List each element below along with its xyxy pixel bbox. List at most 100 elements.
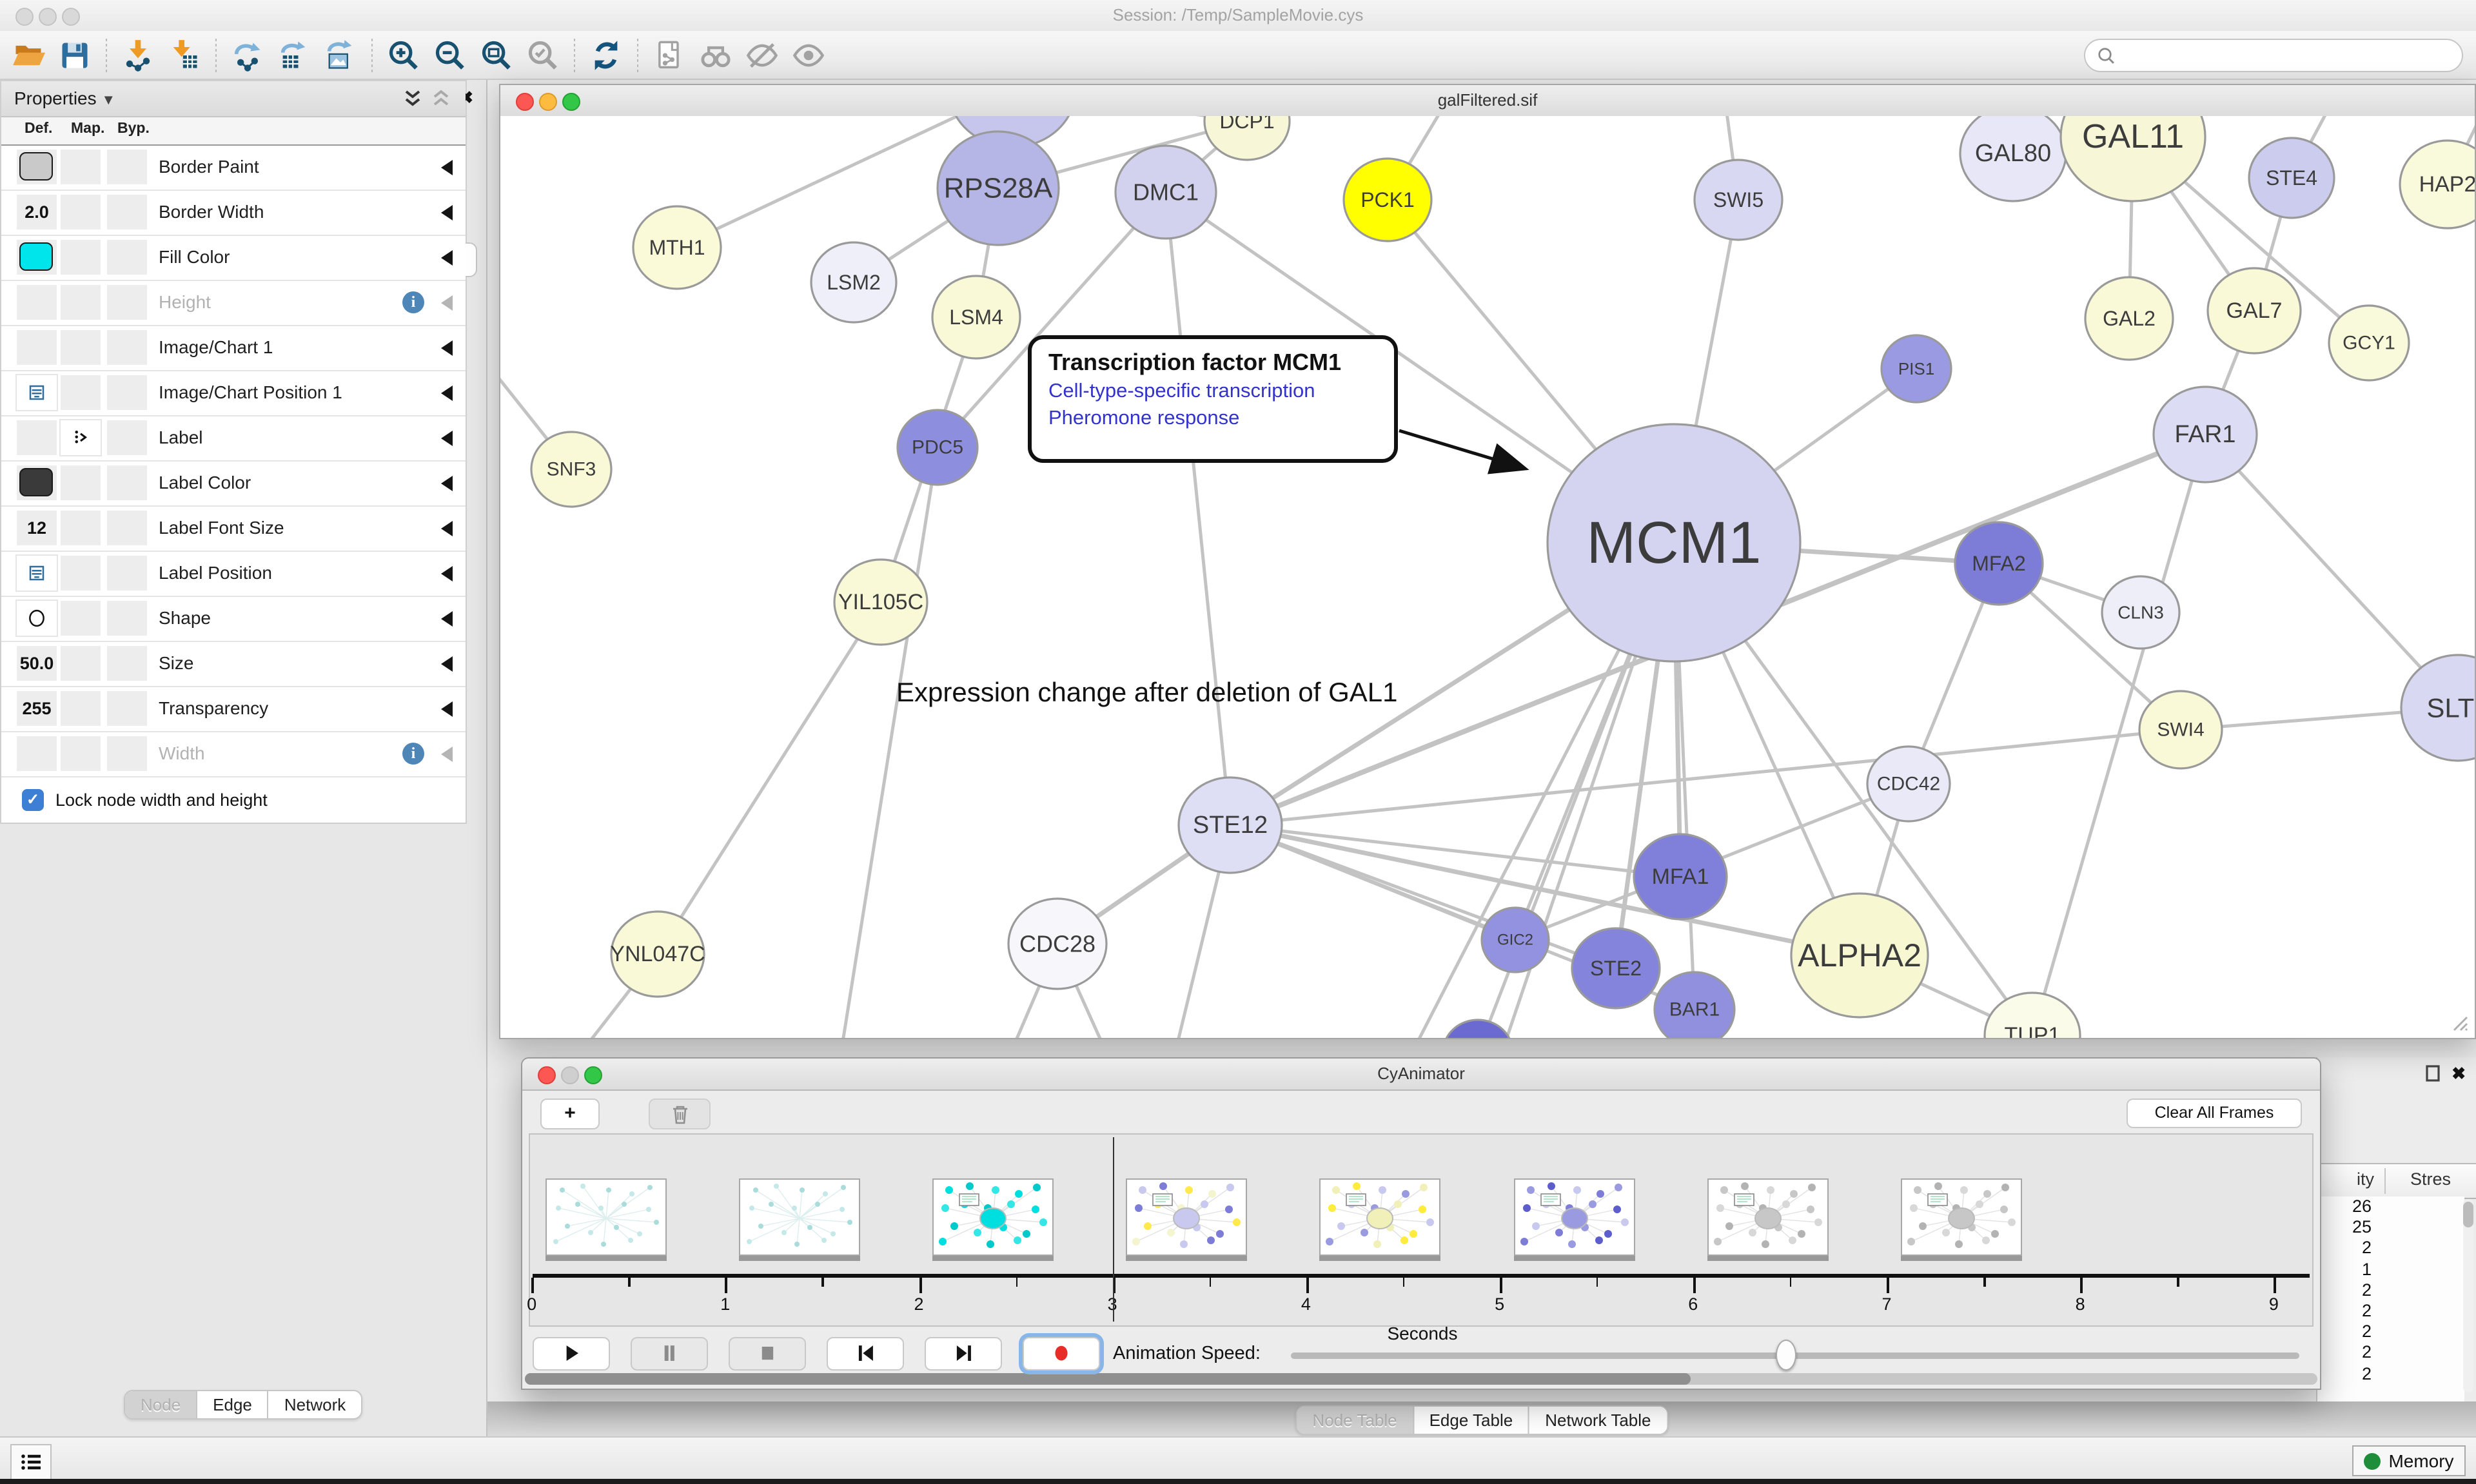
mapping-cell[interactable] [61,420,101,455]
node-MFA1[interactable]: MFA1 [1634,834,1727,919]
panel-tab-edge[interactable]: Edge [197,1391,269,1418]
zoom-in-button[interactable] [383,34,424,75]
frame-thumbnail-1[interactable] [739,1178,860,1256]
node-PCK1[interactable]: PCK1 [1344,159,1431,241]
table-row[interactable]: 2 [2317,1301,2464,1322]
property-row-image-chart-1[interactable]: Image/Chart 1 [1,326,466,371]
property-row-fill-color[interactable]: Fill Color [1,236,466,281]
clear-all-frames-button[interactable]: Clear All Frames [2127,1098,2302,1128]
mapping-cell[interactable] [61,150,101,184]
show-details-button[interactable] [788,34,829,75]
timeline-playhead[interactable] [1112,1137,1114,1322]
expand-property-icon[interactable] [441,205,453,220]
table-row[interactable]: 26 [2317,1196,2464,1217]
mapping-cell[interactable] [61,330,101,365]
animation-speed-handle[interactable] [1776,1340,1796,1371]
table-row[interactable]: 25 [2317,1217,2464,1238]
table-scrollbar[interactable] [2463,1199,2473,1392]
expand-property-icon[interactable] [441,476,453,491]
mapping-cell[interactable] [61,195,101,229]
property-row-label-position[interactable]: Label Position [1,552,466,597]
bypass-cell[interactable] [107,240,147,275]
default-cell[interactable] [17,736,57,771]
node-RPS28A[interactable]: RPS28A [938,132,1059,245]
frame-thumbnail-2[interactable] [932,1178,1054,1256]
network-canvas[interactable]: DCP1RPS28ADMC1PCK1SWI5GAL80GAL11STE4HAP2… [500,116,2475,1038]
node-FAR1[interactable]: FAR1 [2154,387,2257,482]
property-row-shape[interactable]: Shape [1,597,466,642]
node-CDC42[interactable]: CDC42 [1867,747,1950,821]
table-tab-edge-table[interactable]: Edge Table [1414,1407,1530,1434]
table-scrollbar-thumb[interactable] [2463,1202,2473,1227]
edge-YIL105C-YNL047C[interactable] [658,602,881,954]
frame-thumbnail-5[interactable] [1514,1178,1635,1256]
zoom-selected-button[interactable] [522,34,564,75]
property-row-image-chart-position-1[interactable]: Image/Chart Position 1 [1,371,466,416]
default-cell[interactable] [17,556,57,591]
edge-DMC1-STE12[interactable] [1166,192,1230,825]
network-caption[interactable]: Expression change after deletion of GAL1 [896,678,1398,709]
show-tasks-button[interactable] [10,1444,52,1480]
play-button[interactable] [533,1337,610,1371]
bypass-cell[interactable] [107,691,147,726]
expand-property-icon[interactable] [441,431,453,446]
node-TUP1[interactable]: TUP1 [1985,993,2080,1038]
node-ALPHA2[interactable]: ALPHA2 [1791,893,1928,1017]
mapping-cell[interactable] [61,375,101,410]
mapping-cell[interactable] [61,511,101,545]
node-PIS1[interactable]: PIS1 [1882,335,1951,402]
bypass-cell[interactable] [107,556,147,591]
bypass-cell[interactable] [107,330,147,365]
mapping-cell[interactable] [61,240,101,275]
table-row[interactable]: 2 [2317,1343,2464,1363]
expand-property-icon[interactable] [441,386,453,401]
node-STE2[interactable]: STE2 [1572,928,1660,1008]
node-HAP2[interactable]: HAP2 [2400,141,2475,228]
node-YIL105C[interactable]: YIL105C [834,560,927,645]
node-DMC1[interactable]: DMC1 [1115,146,1216,239]
bypass-cell[interactable] [107,375,147,410]
mapping-cell[interactable] [61,556,101,591]
table-tab-node-table[interactable]: Node Table [1297,1407,1413,1434]
bypass-cell[interactable] [107,420,147,455]
resize-grip-icon[interactable] [2446,1010,2470,1033]
color-swatch[interactable] [19,468,53,496]
import-network-button[interactable] [117,34,159,75]
node-GAL80[interactable]: GAL80 [1960,116,2066,201]
annotation-link[interactable]: Cell-type-specific transcription [1048,380,1394,404]
panel-tab-node[interactable]: Node [125,1391,197,1418]
import-table-button[interactable] [164,34,205,75]
node-GAL11[interactable]: GAL11 [2061,116,2205,201]
default-cell[interactable] [17,330,57,365]
stop-button[interactable] [729,1337,806,1371]
table-column-headers[interactable]: ityStres [2317,1163,2476,1199]
node-GIC2[interactable]: GIC2 [1482,908,1549,972]
export-network-button[interactable] [227,34,268,75]
next-frame-button[interactable] [925,1337,1002,1371]
default-value[interactable]: 12 [17,511,57,545]
mapping-cell[interactable] [61,465,101,500]
record-button[interactable] [1023,1337,1100,1371]
node-YNL047C[interactable]: YNL047C [610,912,705,997]
frame-thumbnail-7[interactable] [1901,1178,2022,1256]
network-annotation[interactable]: Transcription factor MCM1 Cell-type-spec… [1028,335,1398,463]
float-panel-icon[interactable] [2426,1065,2440,1082]
node-STE4[interactable]: STE4 [2249,138,2334,218]
table-row[interactable]: 2 [2317,1280,2464,1301]
expand-property-icon[interactable] [441,340,453,356]
color-swatch[interactable] [19,152,53,181]
find-button[interactable] [695,34,736,75]
expand-all-icon[interactable] [404,89,422,108]
node-LSM4[interactable]: LSM4 [932,276,1020,358]
property-row-size[interactable]: 50.0Size [1,642,466,687]
expand-property-icon[interactable] [441,747,453,762]
timeline-scrollbar-thumb[interactable] [525,1373,1691,1385]
expand-property-icon[interactable] [441,250,453,266]
property-row-label-font-size[interactable]: 12Label Font Size [1,507,466,552]
frame-thumbnail-4[interactable] [1319,1178,1440,1256]
node-MTH1[interactable]: MTH1 [633,206,721,289]
apply-layout-button[interactable] [585,34,627,75]
node-PDC5[interactable]: PDC5 [898,410,978,485]
node-GAL7[interactable]: GAL7 [2208,268,2301,353]
close-panel-icon[interactable]: ✖ [2451,1065,2466,1082]
